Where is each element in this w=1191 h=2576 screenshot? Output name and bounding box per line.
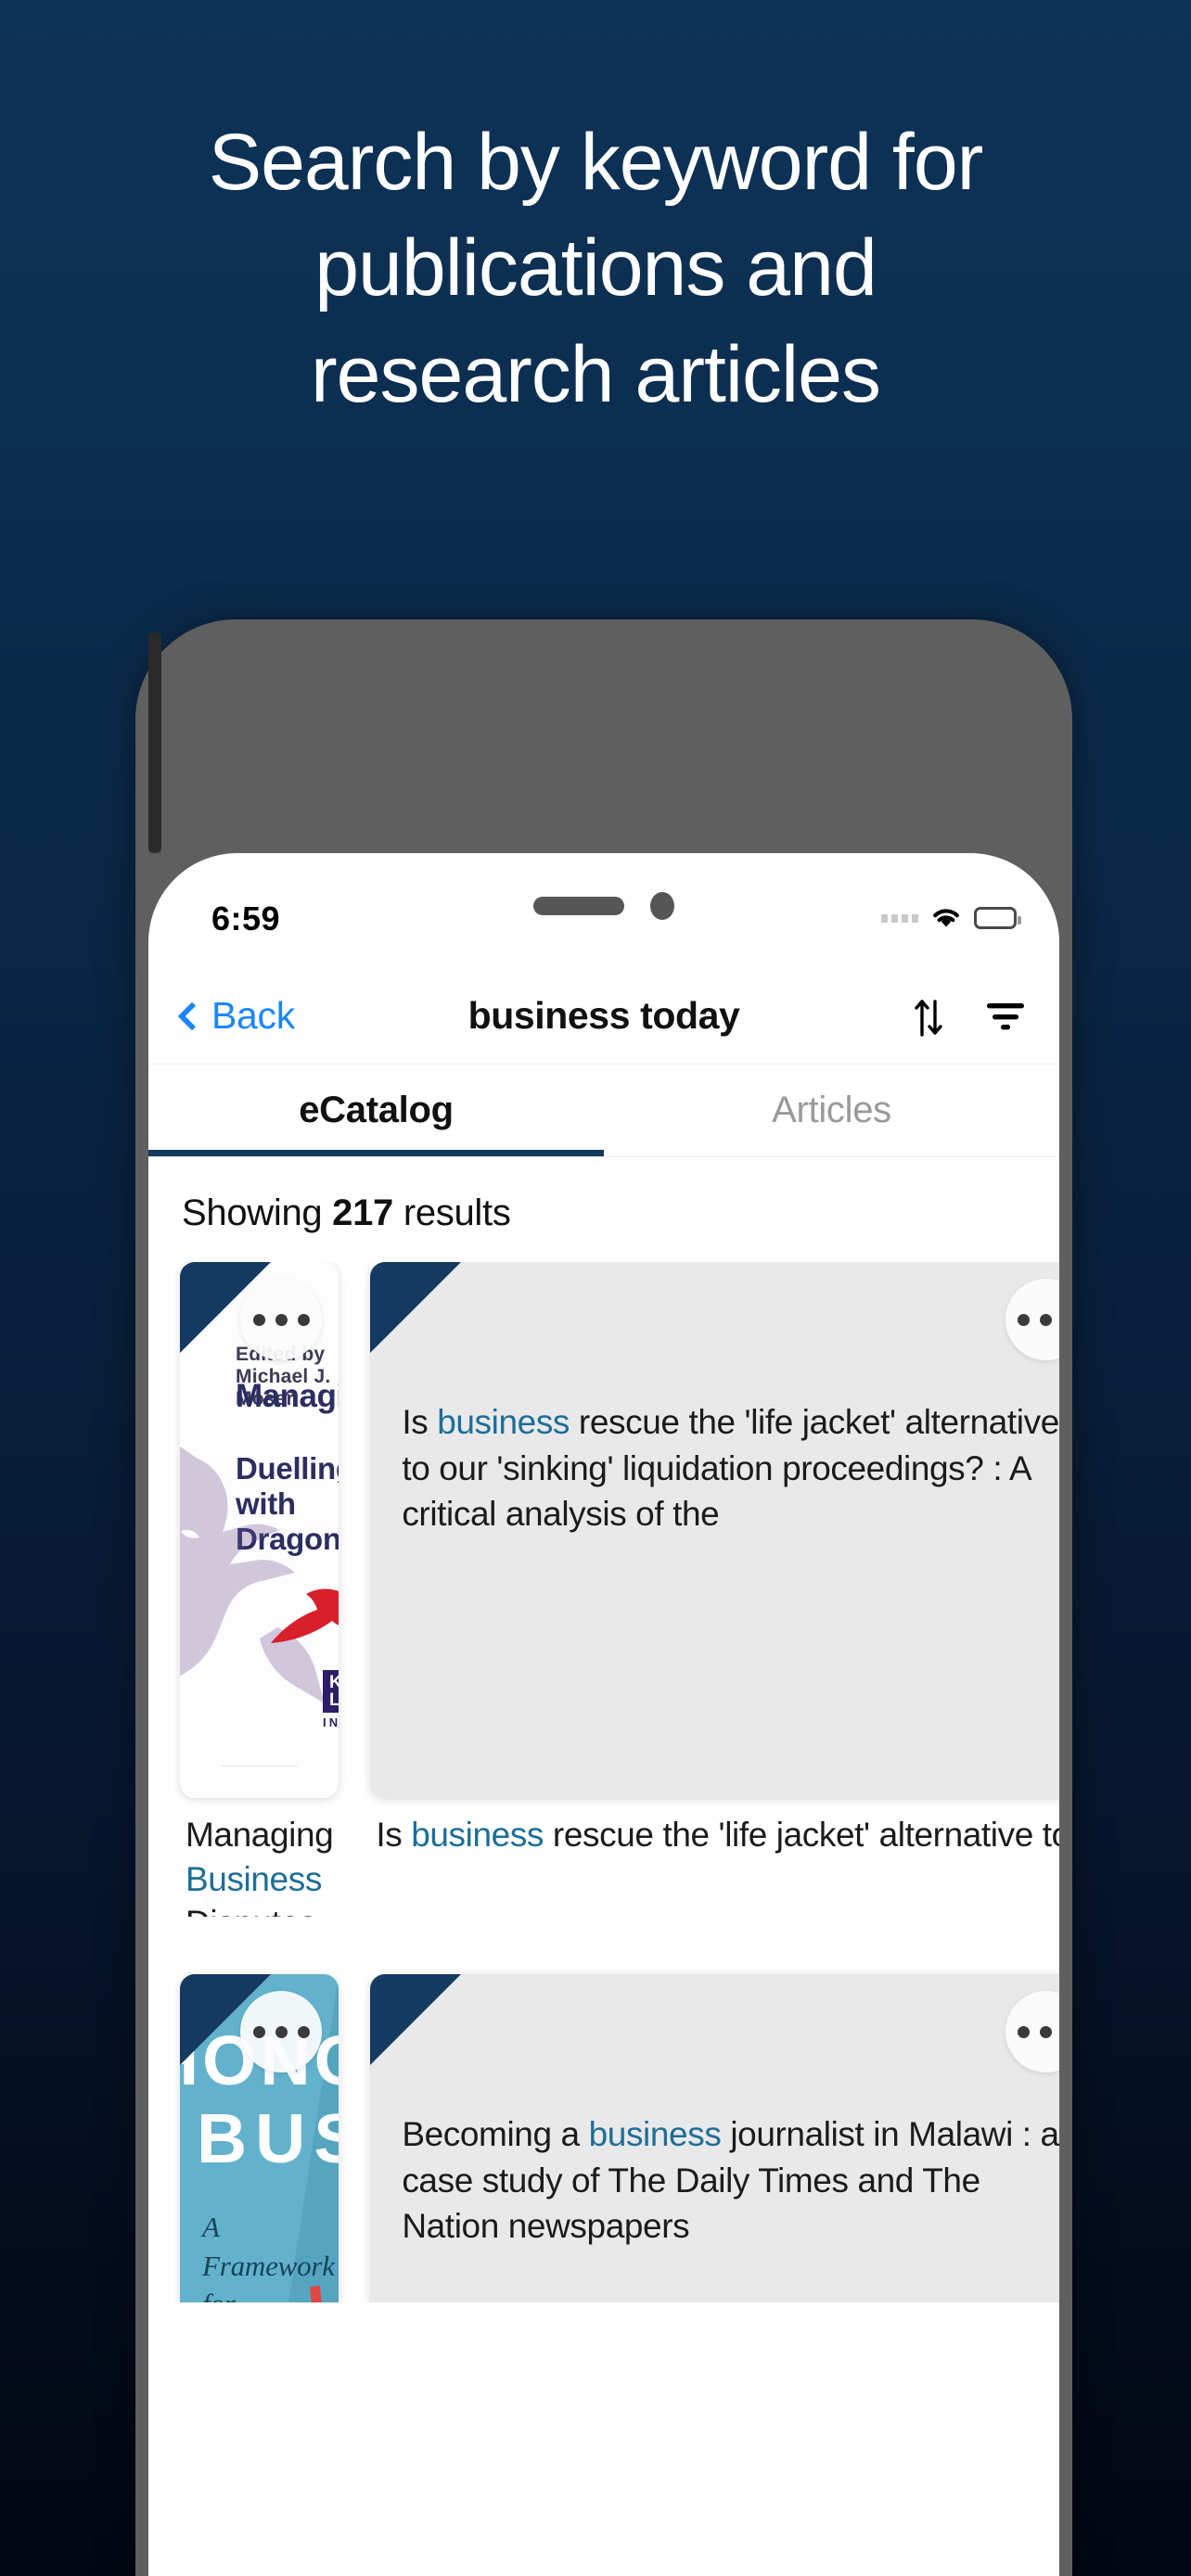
signal-dots-icon bbox=[881, 913, 918, 923]
article-text-pre: Is bbox=[402, 1403, 438, 1441]
article-card-text: Becoming a business journalist in Malawi… bbox=[370, 2111, 1059, 2250]
article-card[interactable]: Becoming a business journalist in Malawi… bbox=[370, 1974, 1059, 2302]
flame-illustration bbox=[271, 1588, 339, 1643]
headline-line-1: Search by keyword for bbox=[208, 118, 984, 207]
sort-arrows-icon[interactable] bbox=[913, 996, 944, 1037]
results-grid: Edited by Michael J. Moser Managing Busi… bbox=[148, 1262, 1059, 2302]
more-options-icon[interactable] bbox=[240, 1279, 323, 1360]
status-bar-indicators bbox=[881, 907, 1021, 929]
results-grid-viewport[interactable]: Edited by Michael J. Moser Managing Busi… bbox=[148, 1262, 1059, 2302]
wifi-icon bbox=[933, 909, 959, 927]
front-camera bbox=[650, 892, 674, 920]
result-item[interactable]: Is business rescue the 'life jacket' alt… bbox=[370, 1262, 1059, 1958]
caption-pre: Is bbox=[376, 1816, 412, 1854]
article-card-text: Is business rescue the 'life jacket' alt… bbox=[370, 1399, 1059, 1537]
book-cover-card[interactable]: Edited by Michael J. Moser Managing Busi… bbox=[180, 1262, 339, 1798]
result-caption-wrap: Managing Business Disputes in Today's Ch… bbox=[180, 1798, 339, 1958]
more-options-icon[interactable] bbox=[1005, 1279, 1059, 1360]
more-options-icon[interactable] bbox=[240, 1991, 323, 2072]
publisher-name: KLUWER LAW bbox=[323, 1670, 339, 1713]
publisher-logo: KLUWER LAW INTERNATIONAL 2007 bbox=[323, 1670, 339, 1729]
caption-highlight: Business bbox=[186, 1859, 322, 1898]
headline-line-3: research articles bbox=[311, 329, 881, 419]
tab-articles[interactable]: Articles bbox=[604, 1065, 1059, 1156]
promo-headline: Search by keyword for publications and r… bbox=[0, 109, 1191, 427]
caption-post: rescue the 'life jacket' alternative to … bbox=[544, 1816, 1059, 1854]
corner-flag bbox=[370, 1974, 462, 2065]
filter-icon[interactable] bbox=[985, 1001, 1026, 1032]
cover-title-line-2: BUSINESS bbox=[197, 2099, 339, 2177]
cover-title-line-1: Managing Business bbox=[236, 1378, 339, 1414]
result-caption: Managing Business Disputes in Today's Ch… bbox=[180, 1798, 339, 1917]
results-prefix: Showing bbox=[182, 1192, 333, 1233]
search-scope-tabs: eCatalog Articles bbox=[148, 1065, 1059, 1157]
article-text-pre: Becoming a bbox=[402, 2115, 589, 2153]
more-options-icon[interactable] bbox=[1005, 1991, 1059, 2072]
earpiece-speaker bbox=[533, 897, 624, 915]
article-card[interactable]: Is business rescue the 'life jacket' alt… bbox=[370, 1262, 1059, 1798]
headline-line-2: publications and bbox=[314, 223, 877, 313]
phone-mockup: 6:59 Back business today eCatalog Articl… bbox=[135, 619, 1072, 2576]
nav-actions bbox=[913, 996, 1026, 1037]
result-item[interactable]: HONORABLE BUSINESS A Framework for Busin… bbox=[180, 1974, 339, 2302]
status-bar-time: 6:59 bbox=[211, 899, 281, 937]
book-cover-card[interactable]: HONORABLE BUSINESS A Framework for Busin… bbox=[180, 1974, 339, 2302]
caption-pre: Managing bbox=[186, 1816, 334, 1854]
results-suffix: results bbox=[393, 1192, 511, 1233]
result-caption: Is business rescue the 'life jacket' alt… bbox=[370, 1798, 1059, 1857]
battery-icon bbox=[974, 907, 1021, 929]
caption-highlight: business bbox=[411, 1816, 544, 1854]
status-bar: 6:59 bbox=[148, 853, 1059, 968]
back-button-label: Back bbox=[211, 994, 295, 1037]
results-count: Showing 217 results bbox=[148, 1157, 1059, 1262]
page-title: business today bbox=[467, 994, 740, 1037]
chevron-left-icon bbox=[177, 1001, 207, 1031]
tab-ecatalog[interactable]: eCatalog bbox=[148, 1065, 604, 1156]
results-number: 217 bbox=[332, 1192, 393, 1233]
navigation-bar: Back business today bbox=[148, 968, 1059, 1065]
result-item[interactable]: Edited by Michael J. Moser Managing Busi… bbox=[180, 1262, 339, 1958]
back-button[interactable]: Back bbox=[177, 994, 295, 1038]
article-text-highlight: business bbox=[437, 1403, 570, 1441]
article-text-highlight: business bbox=[588, 2115, 722, 2153]
publisher-sub: INTERNATIONAL bbox=[323, 1715, 339, 1729]
result-caption-wrap: Is business rescue the 'life jacket' alt… bbox=[370, 1798, 1059, 1958]
caption-post: Disputes in Today's China: bbox=[186, 1904, 333, 1917]
phone-screen: 6:59 Back business today eCatalog Articl… bbox=[148, 853, 1059, 2576]
power-button[interactable] bbox=[148, 632, 161, 853]
tab-articles-label: Articles bbox=[772, 1090, 891, 1130]
tab-ecatalog-label: eCatalog bbox=[299, 1090, 454, 1130]
notch bbox=[465, 872, 743, 940]
corner-flag bbox=[370, 1262, 462, 1353]
result-item[interactable]: Becoming a business journalist in Malawi… bbox=[370, 1974, 1059, 2302]
